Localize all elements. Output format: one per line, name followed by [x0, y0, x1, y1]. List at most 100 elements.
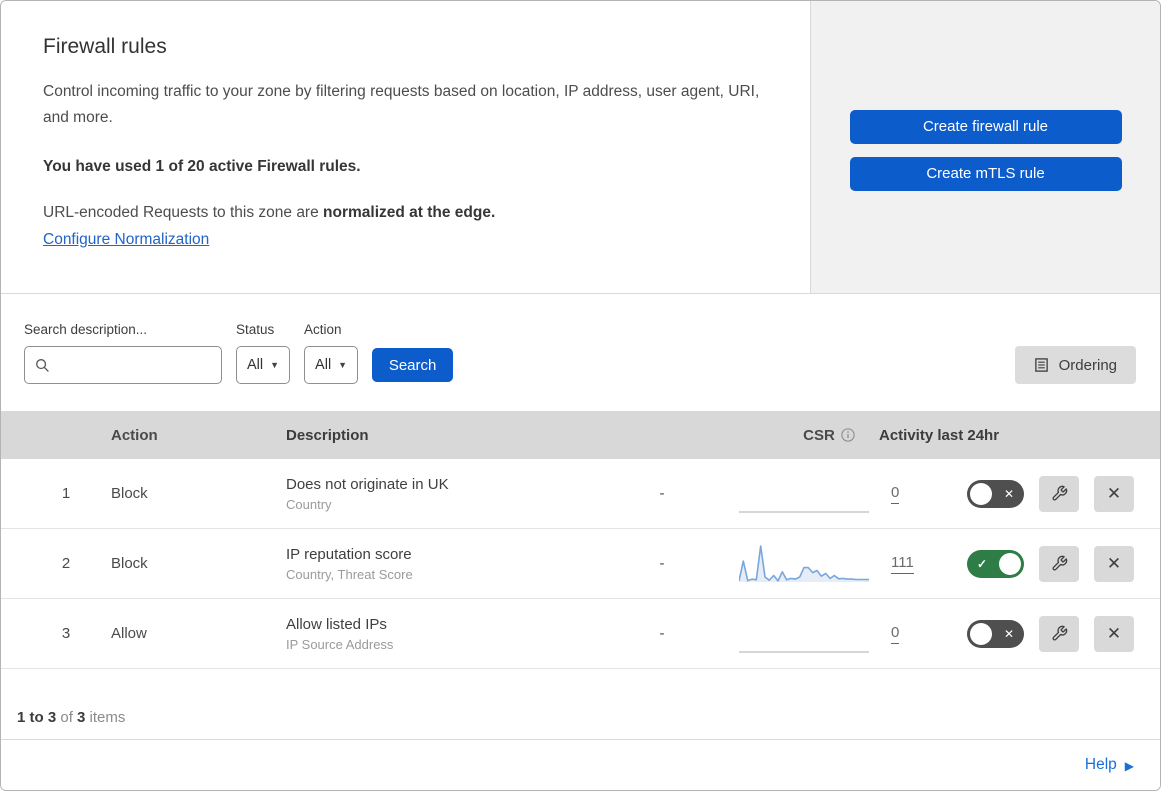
- rule-priority: 1: [61, 485, 71, 502]
- wrench-icon: [1051, 485, 1067, 501]
- rule-priority: 3: [61, 625, 71, 642]
- rule-csr-value: -: [659, 625, 665, 642]
- items-text: items: [85, 709, 126, 726]
- rule-enabled-toggle[interactable]: ✓ ✕: [967, 619, 1024, 648]
- rule-match-fields: Country: [286, 496, 332, 512]
- list-document-icon: [1034, 358, 1048, 372]
- activity-count-link[interactable]: 111: [891, 554, 914, 574]
- toggle-knob: [970, 622, 992, 645]
- rule-controls: ✓ ✕ ✕: [967, 615, 1160, 652]
- rule-csr-value: -: [659, 555, 665, 572]
- normalization-text: URL-encoded Requests to this zone are no…: [43, 204, 768, 222]
- pagination-summary: 1 to 3 of 3 items: [1, 669, 1160, 739]
- wrench-icon: [1051, 555, 1067, 571]
- table-header: Action Description CSR Activity last 24h…: [1, 411, 1160, 459]
- activity-count-link[interactable]: 0: [891, 484, 900, 504]
- wrench-icon: [1051, 625, 1067, 641]
- edit-rule-button[interactable]: [1039, 475, 1079, 512]
- rule-match-fields: Country, Threat Score: [286, 566, 413, 582]
- ordering-button[interactable]: Ordering: [1014, 346, 1136, 384]
- delete-rule-button[interactable]: ✕: [1094, 475, 1134, 512]
- x-icon: ✕: [1003, 486, 1014, 501]
- action-dropdown[interactable]: All ▼: [304, 346, 359, 384]
- rule-action: Block: [111, 485, 148, 502]
- rule-match-fields: IP Source Address: [286, 636, 394, 652]
- actions-panel: Create firewall rule Create mTLS rule: [811, 1, 1160, 293]
- range-text: 1 to 3: [17, 709, 57, 726]
- action-filter-group: Action All ▼: [304, 322, 359, 384]
- edit-rule-button[interactable]: [1039, 615, 1079, 652]
- rule-csr-value: -: [659, 485, 665, 502]
- search-icon: [36, 358, 49, 372]
- csr-label: CSR: [803, 426, 835, 444]
- rule-activity-cell: 0: [712, 612, 967, 656]
- rule-description-cell: Does not originate in UK Country: [286, 476, 612, 512]
- chevron-down-icon: ▼: [270, 360, 280, 370]
- filter-bar: Search description... Status All ▼ Actio…: [1, 294, 1160, 411]
- toggle-knob: [970, 482, 992, 505]
- delete-rule-button[interactable]: ✕: [1094, 615, 1134, 652]
- help-bar: Help ▶: [1, 739, 1160, 790]
- normalization-bold: normalized at the edge.: [323, 204, 496, 222]
- rule-enabled-toggle[interactable]: ✓ ✕: [967, 549, 1024, 578]
- close-icon: ✕: [1106, 484, 1122, 503]
- usage-text: You have used 1 of 20 active Firewall ru…: [43, 158, 361, 176]
- header-text-block: Firewall rules Control incoming traffic …: [1, 1, 811, 293]
- header-section: Firewall rules Control incoming traffic …: [1, 1, 1160, 294]
- chevron-down-icon: ▼: [338, 360, 348, 370]
- search-label: Search description...: [24, 322, 148, 337]
- rule-controls: ✓ ✕ ✕: [967, 545, 1160, 582]
- create-firewall-rule-button[interactable]: Create firewall rule: [849, 109, 1122, 144]
- activity-sparkline: [739, 650, 869, 653]
- rule-controls: ✓ ✕ ✕: [967, 475, 1160, 512]
- action-column-header: Action: [111, 426, 158, 444]
- info-icon[interactable]: [841, 428, 855, 442]
- page-description: Control incoming traffic to your zone by…: [43, 83, 760, 127]
- search-group: Search description...: [24, 322, 222, 384]
- rule-description-cell: IP reputation score Country, Threat Scor…: [286, 546, 612, 582]
- rule-priority: 2: [61, 555, 71, 572]
- search-input[interactable]: [56, 357, 211, 373]
- close-icon: ✕: [1106, 554, 1122, 573]
- help-link[interactable]: Help ▶: [1085, 756, 1134, 774]
- activity-column-header: Activity last 24hr: [879, 426, 1000, 444]
- action-label: Action: [304, 322, 342, 337]
- activity-sparkline: [739, 544, 869, 582]
- create-mtls-rule-button[interactable]: Create mTLS rule: [849, 156, 1122, 191]
- check-icon: ✓: [977, 556, 988, 571]
- page-title: Firewall rules: [43, 35, 167, 58]
- description-column-header: Description: [286, 426, 369, 444]
- arrow-right-icon: ▶: [1124, 758, 1134, 773]
- rule-action: Allow: [111, 625, 147, 642]
- of-text: of: [56, 709, 78, 726]
- activity-sparkline: [739, 510, 869, 513]
- help-label: Help: [1084, 756, 1117, 773]
- configure-normalization-link[interactable]: Configure Normalization: [43, 231, 209, 249]
- rule-activity-cell: 111: [712, 542, 967, 586]
- delete-rule-button[interactable]: ✕: [1094, 545, 1134, 582]
- status-filter-group: Status All ▼: [236, 322, 291, 384]
- status-value: All: [247, 357, 264, 373]
- status-dropdown[interactable]: All ▼: [236, 346, 291, 384]
- rule-description-cell: Allow listed IPs IP Source Address: [286, 616, 612, 652]
- search-button[interactable]: Search: [372, 348, 454, 382]
- csr-column-header: CSR: [779, 427, 879, 444]
- search-box[interactable]: [24, 346, 222, 384]
- rule-enabled-toggle[interactable]: ✓ ✕: [967, 479, 1024, 508]
- table-row: 1 Block Does not originate in UK Country…: [1, 459, 1160, 529]
- table-row: 2 Block IP reputation score Country, Thr…: [1, 529, 1160, 599]
- edit-rule-button[interactable]: [1039, 545, 1079, 582]
- rule-description: IP reputation score: [286, 545, 412, 563]
- rule-action: Block: [111, 555, 148, 572]
- x-icon: ✕: [1003, 626, 1014, 641]
- rule-description: Does not originate in UK: [286, 475, 449, 493]
- rule-activity-cell: 0: [712, 472, 967, 516]
- table-row: 3 Allow Allow listed IPs IP Source Addre…: [1, 599, 1160, 669]
- action-value: All: [315, 357, 332, 373]
- close-icon: ✕: [1106, 624, 1122, 643]
- rule-description: Allow listed IPs: [286, 615, 387, 633]
- firewall-rules-page: Firewall rules Control incoming traffic …: [0, 0, 1161, 791]
- activity-count-link[interactable]: 0: [891, 624, 900, 644]
- toggle-knob: [999, 552, 1021, 575]
- ordering-label: Ordering: [1058, 356, 1117, 374]
